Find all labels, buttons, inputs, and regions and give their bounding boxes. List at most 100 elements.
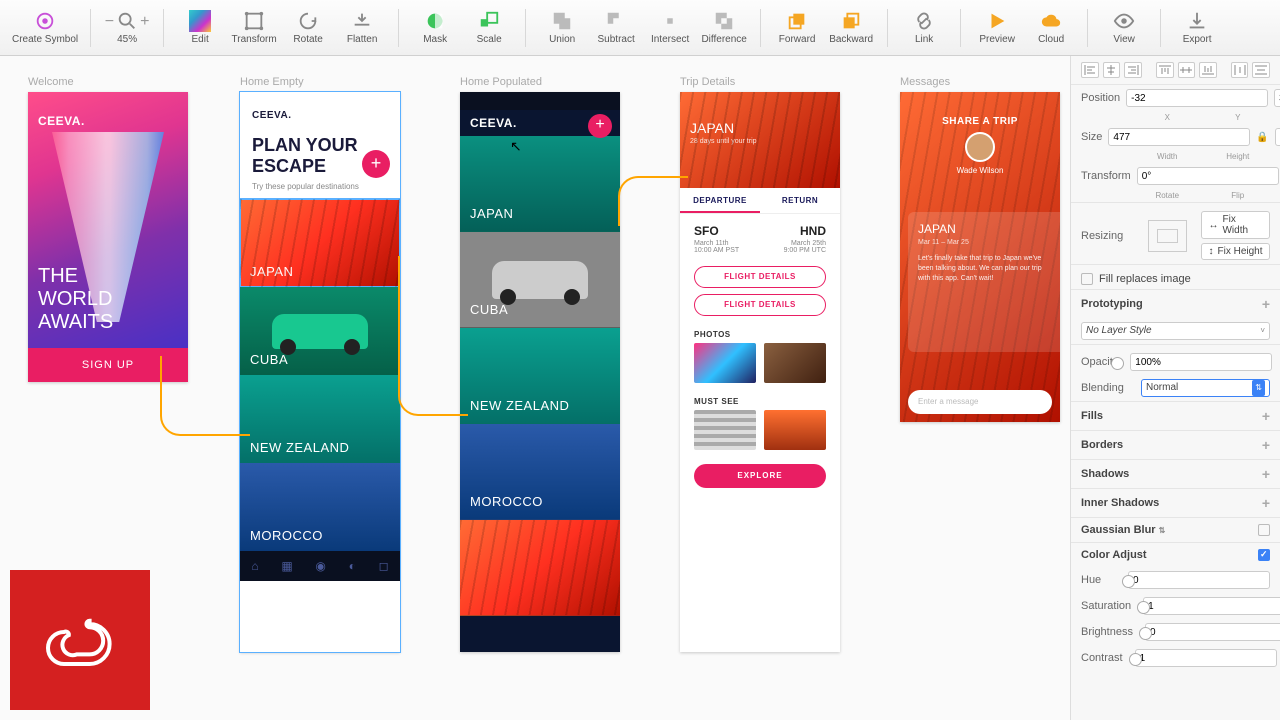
canvas[interactable]: Welcome CEEVA. THE WORLD AWAITS SIGN UP … <box>0 56 1070 720</box>
preview-button[interactable]: Preview <box>973 10 1021 45</box>
position-y-field[interactable] <box>1274 89 1280 107</box>
artboard-trip-details[interactable]: Trip Details JAPAN 28 days until your tr… <box>680 76 840 652</box>
cloud-button[interactable]: Cloud <box>1027 10 1075 45</box>
artboard-home-populated[interactable]: Home Populated CEEVA. + ↖ JAPAN CUBA NEW… <box>460 76 620 652</box>
position-x-field[interactable] <box>1126 89 1268 107</box>
tab-return: RETURN <box>760 188 840 213</box>
resizing-constraints[interactable] <box>1148 220 1187 252</box>
add-inner-shadow-icon[interactable]: + <box>1262 495 1270 511</box>
brand-logo: CEEVA. <box>38 114 85 128</box>
intersect-button[interactable]: Intersect <box>646 10 694 45</box>
fix-height-button[interactable]: ↕Fix Height <box>1201 243 1270 260</box>
align-vcenter-icon[interactable] <box>1178 62 1196 78</box>
rotate-field[interactable] <box>1137 167 1279 185</box>
toolbar: Create Symbol − + 45% Edit Transform Rot… <box>0 0 1280 56</box>
gaussian-checkbox[interactable] <box>1258 524 1270 536</box>
dest-card-cuba: CUBA <box>240 287 400 375</box>
align-controls[interactable] <box>1071 56 1280 85</box>
distribute-h-icon[interactable] <box>1231 62 1249 78</box>
rotate-button[interactable]: Rotate <box>284 10 332 45</box>
align-right-icon[interactable] <box>1124 62 1142 78</box>
color-adjust-checkbox[interactable] <box>1258 549 1270 561</box>
flight-row: SFOMarch 11th10:00 AM PST HNDMarch 25th9… <box>680 214 840 260</box>
create-symbol-button[interactable]: Create Symbol <box>12 10 78 45</box>
align-bottom-icon[interactable] <box>1199 62 1217 78</box>
inspector-panel: Position XY Size 🔒 WidthHeight Transform… <box>1070 56 1280 720</box>
subtitle: Try these popular destinations <box>252 182 388 191</box>
artboard-messages[interactable]: Messages SHARE A TRIP Wade Wilson JAPAN … <box>900 76 1060 422</box>
phone-home-empty: CEEVA. PLAN YOUR ESCAPE + Try these popu… <box>240 92 400 652</box>
welcome-headline: THE WORLD AWAITS <box>38 265 113 334</box>
borders-section: Borders <box>1081 439 1123 451</box>
share-trip-title: SHARE A TRIP <box>900 116 1060 127</box>
flight-details-button: FLIGHT DETAILS <box>694 266 826 288</box>
artboard-home-empty[interactable]: Home Empty CEEVA. PLAN YOUR ESCAPE + Try… <box>240 76 400 652</box>
link-button[interactable]: Link <box>900 10 948 45</box>
blending-select[interactable]: Normal⇅ <box>1141 379 1270 397</box>
union-button[interactable]: Union <box>538 10 586 45</box>
add-shadow-icon[interactable]: + <box>1262 466 1270 482</box>
backward-button[interactable]: Backward <box>827 10 875 45</box>
align-left-icon[interactable] <box>1081 62 1099 78</box>
brightness-field[interactable] <box>1145 623 1280 641</box>
subtract-button[interactable]: Subtract <box>592 10 640 45</box>
artboard-label: Trip Details <box>680 76 840 88</box>
scale-button[interactable]: Scale <box>465 10 513 45</box>
artboard-welcome[interactable]: Welcome CEEVA. THE WORLD AWAITS SIGN UP <box>28 76 188 382</box>
signup-button: SIGN UP <box>28 348 188 382</box>
hue-field[interactable] <box>1128 571 1270 589</box>
cursor-icon: ↖ <box>510 138 522 155</box>
artboard-label: Home Populated <box>460 76 620 88</box>
color-adjust-section: Color Adjust <box>1081 549 1147 561</box>
zoom-control[interactable]: − + 45% <box>103 10 151 45</box>
dest-card-japan: JAPAN <box>460 136 620 232</box>
message-input: Enter a message <box>908 390 1052 414</box>
flatten-button[interactable]: Flatten <box>338 10 386 45</box>
phone-home-populated: CEEVA. + ↖ JAPAN CUBA NEW ZEALAND MOROCC… <box>460 92 620 652</box>
nav-eye-icon: ◉ <box>315 559 325 573</box>
nav-home-icon: ⌂ <box>251 559 258 573</box>
fill-replaces-checkbox[interactable] <box>1081 273 1093 285</box>
edit-button[interactable]: Edit <box>176 10 224 45</box>
saturation-field[interactable] <box>1143 597 1280 615</box>
forward-button[interactable]: Forward <box>773 10 821 45</box>
align-top-icon[interactable] <box>1156 62 1174 78</box>
add-fill-icon[interactable]: + <box>1262 408 1270 424</box>
section-mustsee: MUST SEE <box>680 389 840 408</box>
phone-trip-details: JAPAN 28 days until your trip DEPARTURE … <box>680 92 840 652</box>
shadows-section: Shadows <box>1081 468 1129 480</box>
zoom-out-icon[interactable]: − <box>105 13 114 31</box>
difference-button[interactable]: Difference <box>700 10 748 45</box>
creative-cloud-logo <box>10 570 150 710</box>
artboard-label: Welcome <box>28 76 188 88</box>
dest-card-morocco: MOROCCO <box>460 424 620 520</box>
chevron-updown-icon[interactable]: ⇅ <box>1159 526 1166 535</box>
align-hcenter-icon[interactable] <box>1103 62 1121 78</box>
trip-tabs: DEPARTURE RETURN <box>680 188 840 214</box>
layer-style-select[interactable]: No Layer Style˅ <box>1081 322 1270 340</box>
transform-button[interactable]: Transform <box>230 10 278 45</box>
add-border-icon[interactable]: + <box>1262 437 1270 453</box>
distribute-v-icon[interactable] <box>1252 62 1270 78</box>
brand-logo: CEEVA. <box>252 110 388 121</box>
prototype-link <box>398 256 468 416</box>
height-field[interactable] <box>1275 128 1280 146</box>
opacity-field[interactable] <box>1130 353 1272 371</box>
zoom-in-icon[interactable]: + <box>140 13 149 31</box>
fix-width-button[interactable]: ↔Fix Width <box>1201 211 1270 239</box>
contrast-field[interactable] <box>1135 649 1277 667</box>
brand-logo: CEEVA. <box>470 116 517 130</box>
export-button[interactable]: Export <box>1173 10 1221 45</box>
fills-section: Fills <box>1081 410 1103 422</box>
view-button[interactable]: View <box>1100 10 1148 45</box>
prototype-link <box>618 176 688 226</box>
tab-departure: DEPARTURE <box>680 188 760 213</box>
width-field[interactable] <box>1108 128 1250 146</box>
dest-card-nz: NEW ZEALAND <box>240 375 400 463</box>
dest-card-morocco: MOROCCO <box>240 463 400 551</box>
add-prototyping-icon[interactable]: + <box>1262 296 1270 312</box>
section-photos: PHOTOS <box>680 322 840 341</box>
lock-icon[interactable]: 🔒 <box>1256 132 1268 143</box>
mask-button[interactable]: Mask <box>411 10 459 45</box>
artboard-label: Messages <box>900 76 1060 88</box>
